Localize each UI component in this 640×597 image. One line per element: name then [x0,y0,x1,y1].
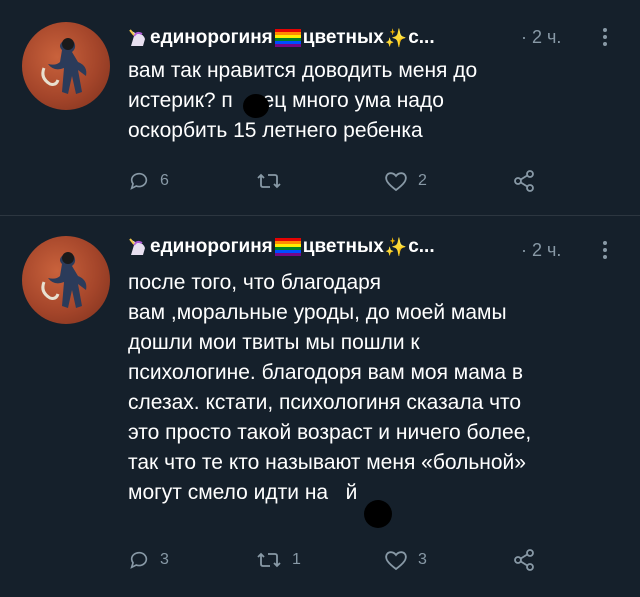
reply-count: 6 [160,172,169,189]
rainbow-flag-icon [274,29,301,47]
tweet-text: после того, что благодаря вам ,моральные… [128,271,532,504]
like-button[interactable]: 2 [384,166,427,196]
reply-count: 3 [160,551,169,568]
retweet-icon [257,552,281,568]
share-button[interactable] [512,545,536,575]
retweet-button[interactable]: 1 [256,545,301,575]
censor-blot [364,500,392,528]
display-name[interactable]: единорогиня [150,27,273,49]
display-name[interactable]: единорогиня [150,236,273,258]
retweet-count: 1 [292,551,301,568]
timestamp[interactable]: · 2 ч. [521,27,561,48]
reply-icon [130,172,148,190]
retweet-button[interactable] [256,166,292,196]
more-icon[interactable] [597,238,613,262]
share-icon [514,170,534,192]
tweet-header[interactable]: единорогиня цветных ✨ с... [128,24,435,52]
display-name-part3[interactable]: с... [408,27,434,49]
tweet-text: вам так нравится доводить меня до истери… [128,59,478,142]
display-name-part2[interactable]: цветных [303,27,384,49]
like-count: 2 [418,172,427,189]
reply-icon [130,551,148,569]
reply-button[interactable]: 6 [128,166,169,196]
tweet-actions: 3 1 3 [128,545,568,575]
unicorn-icon [129,238,145,255]
like-icon [385,551,407,571]
sparkles-icon: ✨ [384,27,408,48]
display-name-part2[interactable]: цветных [303,236,384,258]
display-name-part3[interactable]: с... [408,236,434,258]
retweet-icon [257,173,281,189]
timestamp[interactable]: · 2 ч. [521,240,561,261]
more-icon[interactable] [597,25,613,49]
like-count: 3 [418,551,427,568]
unicorn-icon [129,29,145,46]
like-icon [385,172,407,192]
rainbow-flag-icon [274,238,301,256]
tweet[interactable]: единорогиня цветных ✨ с... · 2 ч. вам та… [0,0,640,215]
avatar[interactable] [22,22,110,110]
censor-blot [243,94,269,118]
reply-button[interactable]: 3 [128,545,169,575]
like-button[interactable]: 3 [384,545,427,575]
tweet-actions: 6 2 [128,166,568,196]
share-button[interactable] [512,166,536,196]
sparkles-icon: ✨ [384,236,408,257]
tweet-header[interactable]: единорогиня цветных ✨ с... [128,233,435,261]
avatar[interactable] [22,236,110,324]
share-icon [514,549,534,571]
